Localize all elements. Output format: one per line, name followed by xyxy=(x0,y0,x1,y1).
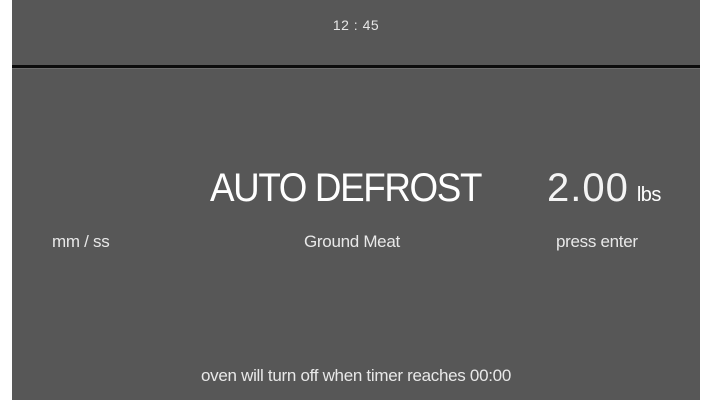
mode-title: AUTO DEFROST xyxy=(210,166,482,210)
time-format-label: mm / ss xyxy=(52,232,110,251)
header-divider-highlight xyxy=(12,68,700,69)
footer-note: oven will turn off when timer reaches 00… xyxy=(201,366,511,385)
clock-display: 12 : 45 xyxy=(332,17,380,33)
status-bar: 12 : 45 xyxy=(12,0,700,66)
weight-readout: 2.00 lbs xyxy=(547,166,661,211)
instruction-label: press enter xyxy=(556,232,638,251)
weight-value: 2.00 xyxy=(547,166,629,210)
oven-display-screen: 12 : 45 AUTO DEFROST 2.00 lbs mm / ss Gro… xyxy=(12,0,700,400)
weight-unit: lbs xyxy=(636,184,662,206)
food-type-label: Ground Meat xyxy=(304,232,400,251)
